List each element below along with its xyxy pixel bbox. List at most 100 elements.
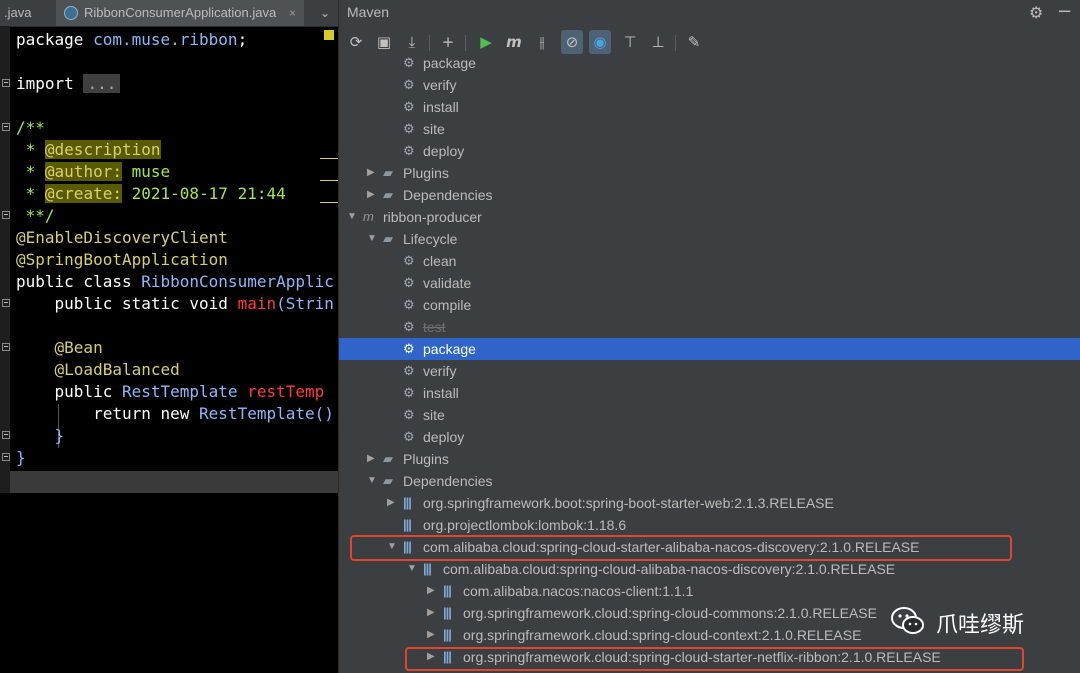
collapsed-arrow-icon[interactable]: ▶	[427, 602, 435, 624]
fold-icon[interactable]	[2, 343, 10, 351]
folder-icon: ▰	[383, 451, 393, 466]
tree-node-label: Lifecycle	[403, 231, 458, 247]
expanded-arrow-icon[interactable]: ▼	[407, 558, 417, 580]
offline-icon[interactable]: ⊘	[561, 30, 583, 54]
tree-node[interactable]: ▶ ||| org.springframework.boot:spring-boot…	[339, 492, 1080, 514]
folded-imports[interactable]: ...	[83, 74, 121, 93]
maven-tool-window: Maven ⚙ − ⟳ ▣ ⤓ + ▶ m ⫲ ⊘ ◉ ⊤ ⊥ ✎ ⚙ packa…	[338, 0, 1080, 673]
maven-module-icon: m	[363, 209, 374, 224]
tree-node-label: verify	[423, 77, 457, 93]
tree-node[interactable]: ⚙ clean	[339, 250, 1080, 272]
tree-node[interactable]: ⚙ install	[339, 382, 1080, 404]
expanded-arrow-icon[interactable]: ▼	[367, 470, 377, 492]
tree-node[interactable]: ⚙ test	[339, 316, 1080, 338]
collapsed-arrow-icon[interactable]: ▶	[367, 162, 375, 184]
show-dependencies-icon[interactable]: ◉	[589, 30, 611, 54]
toolbar-separator	[429, 35, 430, 51]
library-icon: |||	[443, 627, 452, 642]
tree-node[interactable]: ▼ ▰ Dependencies	[339, 470, 1080, 492]
expanded-arrow-icon[interactable]: ▼	[347, 206, 357, 228]
collapsed-arrow-icon[interactable]: ▶	[367, 448, 375, 470]
tree-node[interactable]: ▶ ||| com.alibaba.nacos:nacos-client:1.1.1	[339, 580, 1080, 602]
reload-icon[interactable]: ⟳	[345, 30, 367, 54]
tree-node-label: com.alibaba.cloud:spring-cloud-alibaba-n…	[443, 561, 896, 577]
tree-node[interactable]: ▶ ▰ Dependencies	[339, 184, 1080, 206]
minimize-icon[interactable]: −	[1057, 1, 1072, 22]
close-icon[interactable]: ×	[289, 0, 296, 26]
gear-icon: ⚙	[403, 385, 415, 400]
fold-icon[interactable]	[2, 79, 10, 87]
code-line: * @author: muse	[16, 162, 171, 181]
folder-icon: ▰	[383, 473, 393, 488]
fold-icon[interactable]	[2, 453, 10, 461]
folder-icon: ▰	[383, 165, 393, 180]
maven-project-tree[interactable]: ⚙ package ⚙ verify ⚙ install ⚙ site ⚙ deploy ▶ ▰ Plu…	[339, 52, 1080, 673]
code-line: **/	[16, 206, 55, 225]
code-editor[interactable]: .java RibbonConsumerApplication.java × ⌄…	[0, 0, 338, 673]
tree-node[interactable]: ⚙ deploy	[339, 426, 1080, 448]
code-line: public static void main(Strin	[16, 294, 334, 313]
collapse-all-icon[interactable]: ⊤	[619, 30, 641, 54]
code-line: * @create: 2021-08-17 21:44	[16, 184, 286, 203]
watermark-text: 爪哇缪斯	[936, 613, 1025, 638]
warning-marker[interactable]	[324, 30, 334, 40]
panel-title: Maven	[347, 4, 390, 20]
gear-icon: ⚙	[403, 297, 415, 312]
tree-node[interactable]: ⚙ package	[339, 52, 1080, 74]
tree-node[interactable]: ⚙ validate	[339, 272, 1080, 294]
gear-icon: ⚙	[403, 363, 415, 378]
skip-tests-icon[interactable]: ⫲	[531, 30, 553, 54]
library-icon: |||	[403, 495, 412, 510]
tree-node[interactable]: ▶ ▰ Plugins	[339, 162, 1080, 184]
tree-node-label: verify	[423, 363, 457, 379]
inlay-mark	[320, 158, 338, 159]
folder-icon: ▰	[383, 231, 393, 246]
chevron-down-icon[interactable]: ⌄	[312, 0, 338, 26]
code-line: import ...	[16, 73, 121, 95]
code-line: /**	[16, 118, 45, 137]
execute-goal-icon[interactable]: m	[503, 30, 525, 54]
tree-node[interactable]: ⚙ verify	[339, 360, 1080, 382]
download-icon[interactable]: ⤓	[401, 30, 423, 54]
tree-node[interactable]: ▼ m ribbon-producer	[339, 206, 1080, 228]
collapsed-arrow-icon[interactable]: ▶	[367, 184, 375, 206]
fold-icon[interactable]	[2, 123, 10, 131]
current-line-highlight	[10, 471, 338, 493]
tree-node[interactable]: ⚙ site	[339, 404, 1080, 426]
tree-node[interactable]: ▼ ▰ Lifecycle	[339, 228, 1080, 250]
fold-icon[interactable]	[2, 431, 10, 439]
tree-node[interactable]: ⚙ compile	[339, 294, 1080, 316]
tree-node-label: install	[423, 99, 459, 115]
settings-wrench-icon[interactable]: ✎	[683, 30, 705, 54]
fold-icon[interactable]	[2, 211, 10, 219]
tab-java-file[interactable]: .java	[0, 0, 58, 26]
add-folder-icon[interactable]: ▣	[373, 30, 395, 54]
tree-node[interactable]: ⚙ deploy	[339, 140, 1080, 162]
tree-node[interactable]: ⚙ site	[339, 118, 1080, 140]
code-line: @EnableDiscoveryClient	[16, 228, 228, 247]
expand-all-icon[interactable]: ⊥	[647, 30, 669, 54]
tree-node-label: ribbon-producer	[383, 209, 482, 225]
tree-node[interactable]: ⚙ install	[339, 96, 1080, 118]
collapsed-arrow-icon[interactable]: ▶	[427, 580, 435, 602]
tree-node[interactable]: ⚙ verify	[339, 74, 1080, 96]
tree-node[interactable]: ⚙ package	[339, 338, 1080, 360]
code-line: public RestTemplate restTemp	[16, 382, 325, 401]
expanded-arrow-icon[interactable]: ▼	[367, 228, 377, 250]
library-icon: |||	[443, 605, 452, 620]
add-icon[interactable]: +	[437, 30, 459, 54]
inlay-mark	[320, 202, 338, 203]
run-icon[interactable]: ▶	[475, 30, 497, 54]
collapsed-arrow-icon[interactable]: ▶	[387, 492, 395, 514]
code-line: }	[16, 426, 65, 445]
tree-node[interactable]: ||| org.projectlombok:lombok:1.18.6	[339, 514, 1080, 536]
toolbar-separator	[675, 35, 676, 51]
collapsed-arrow-icon[interactable]: ▶	[427, 624, 435, 646]
gear-icon[interactable]: ⚙	[1029, 3, 1043, 22]
tree-node[interactable]: ▶ ▰ Plugins	[339, 448, 1080, 470]
fold-icon[interactable]	[2, 299, 10, 307]
tab-ribbon-consumer-application[interactable]: RibbonConsumerApplication.java ×	[56, 0, 304, 26]
tree-node-label: Plugins	[403, 451, 449, 467]
tree-node[interactable]: ▼ ||| com.alibaba.cloud:spring-cloud-aliba…	[339, 558, 1080, 580]
tree-node-label: site	[423, 121, 445, 137]
